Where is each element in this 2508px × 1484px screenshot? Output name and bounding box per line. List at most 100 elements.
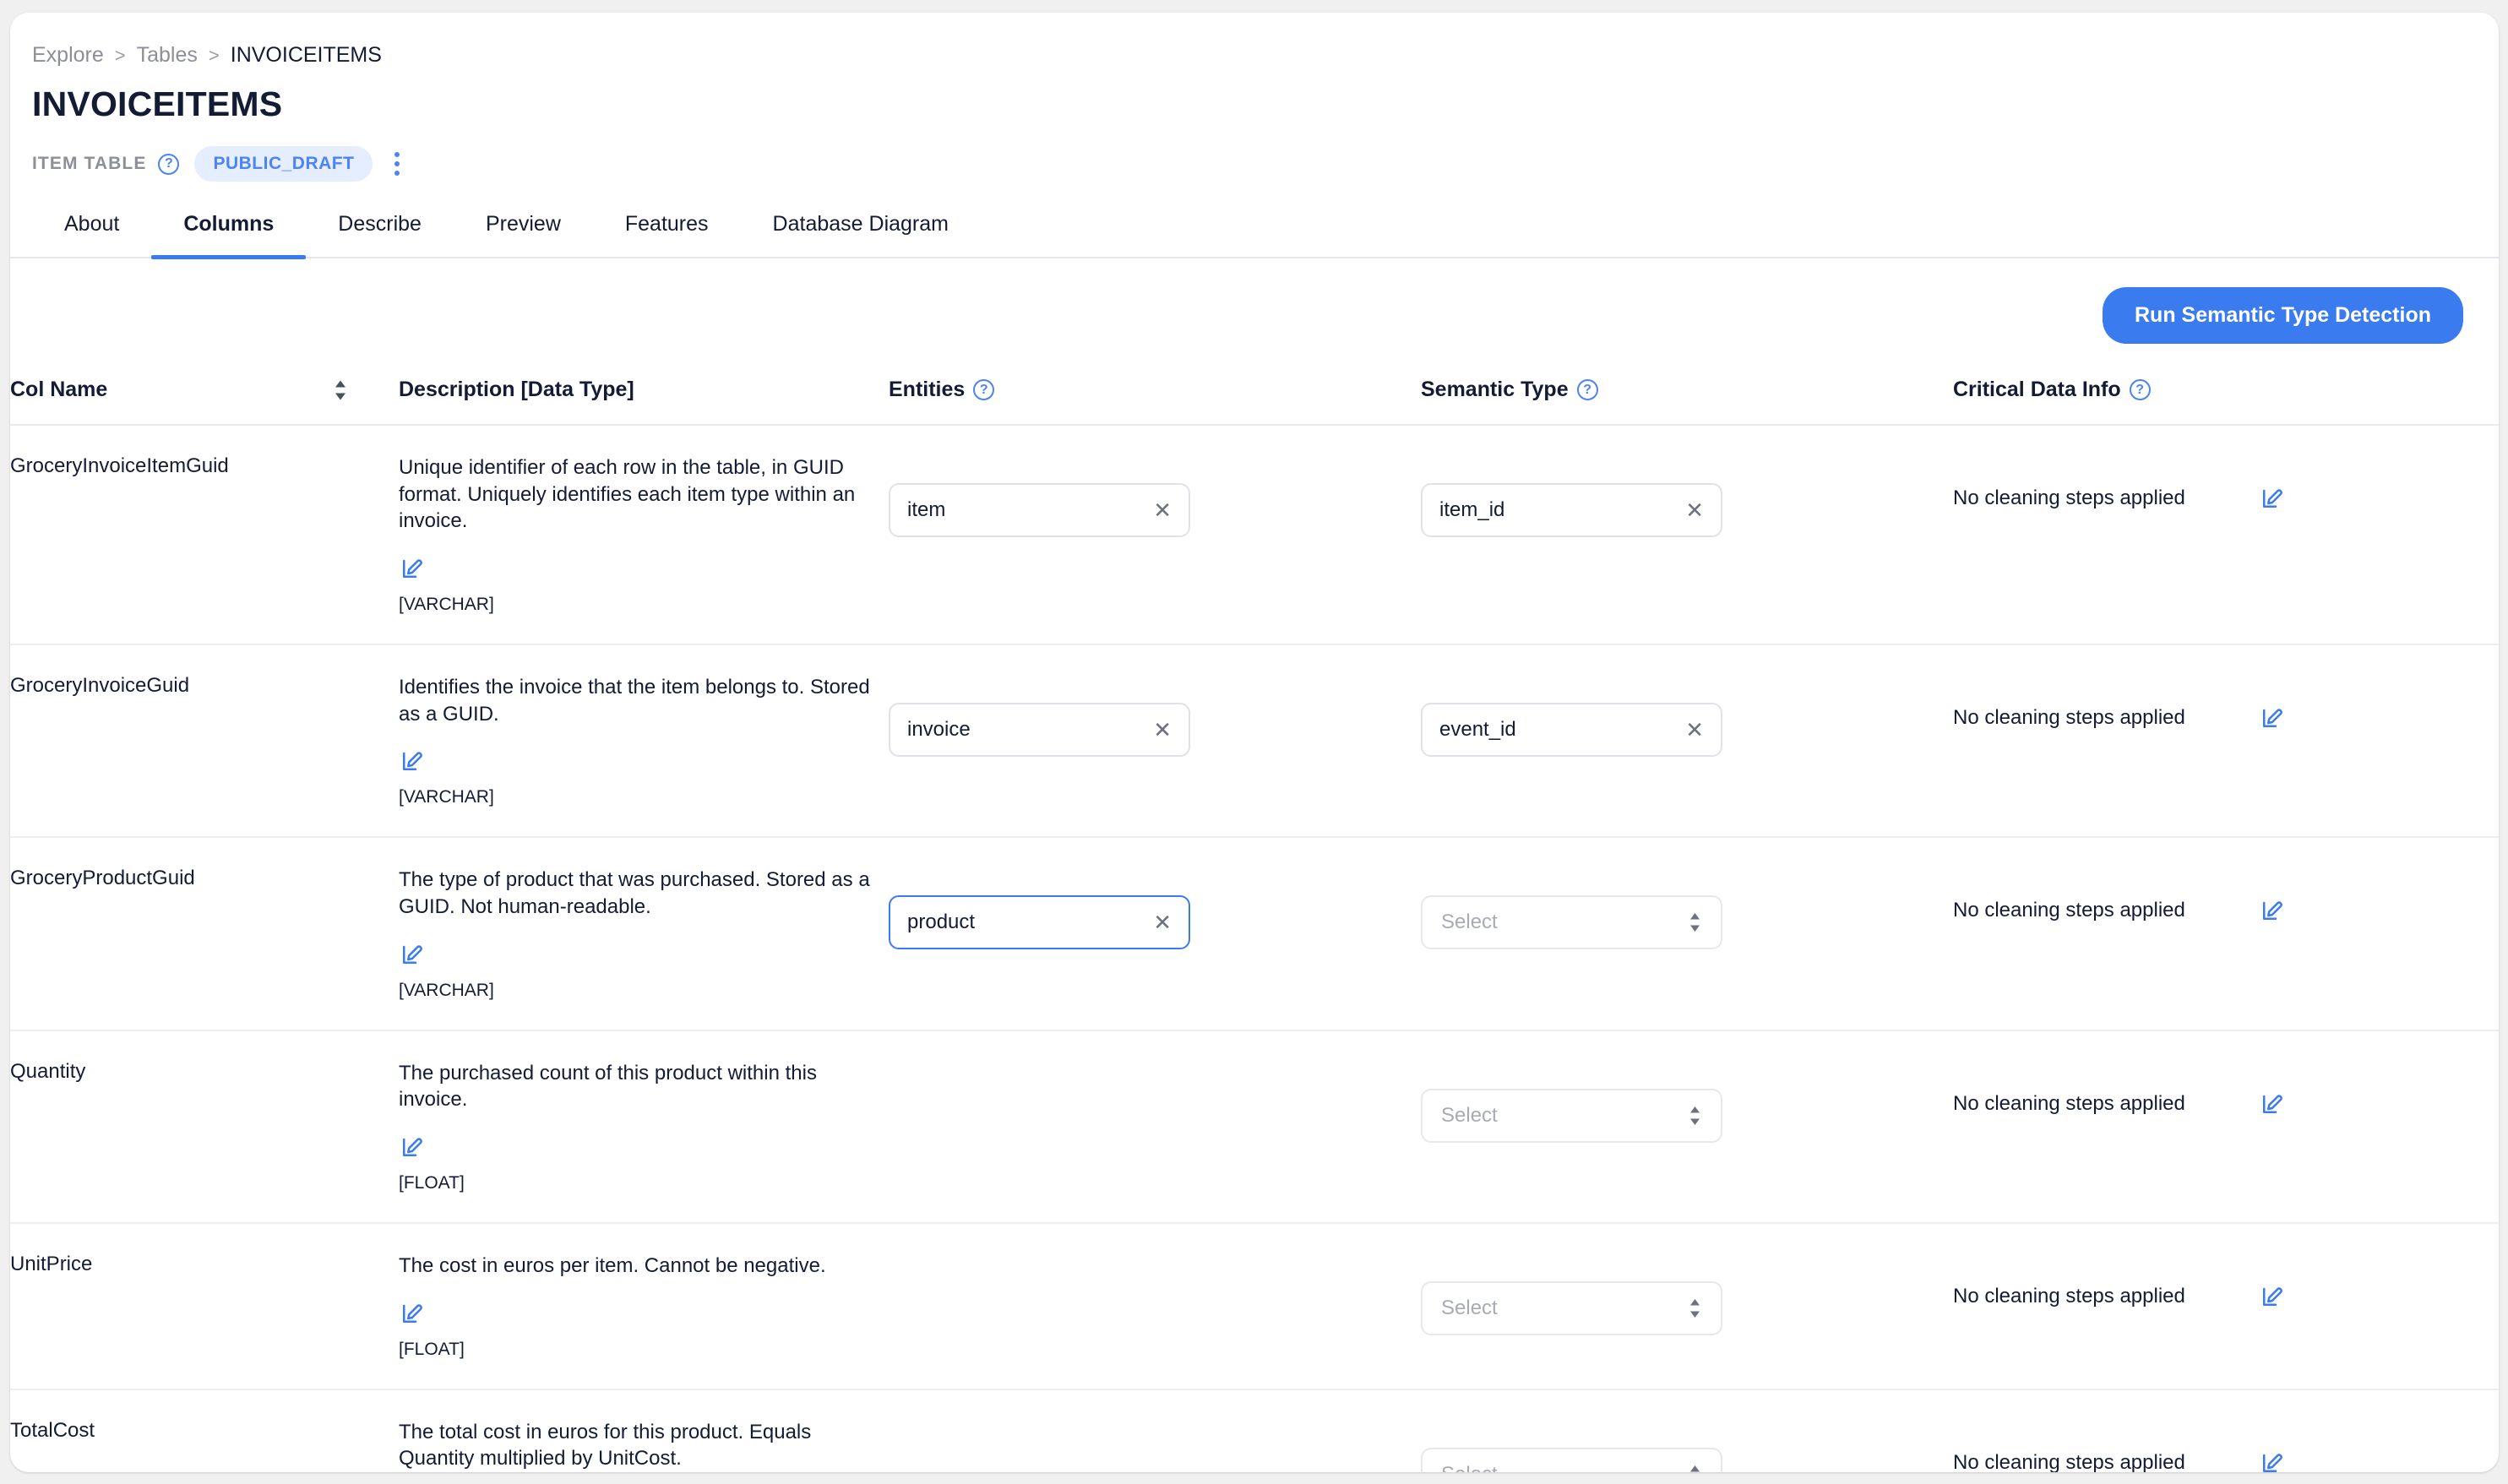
- cell-semantic-type: Select: [1421, 1223, 1953, 1390]
- cell-col-name: Quantity: [10, 1030, 399, 1225]
- critical-data-info-text: No cleaning steps applied: [1953, 899, 2185, 922]
- pencil-edit-icon[interactable]: [399, 1135, 424, 1161]
- critical-data-info-text: No cleaning steps applied: [1953, 1091, 2185, 1115]
- cell-semantic-type: item_id ✕: [1421, 425, 1953, 646]
- tab-columns[interactable]: Columns: [151, 212, 307, 259]
- help-circle-icon[interactable]: ?: [158, 153, 180, 175]
- edit-description-button[interactable]: [399, 557, 889, 586]
- tab-preview[interactable]: Preview: [454, 212, 593, 257]
- tab-database-diagram[interactable]: Database Diagram: [741, 212, 981, 257]
- help-circle-icon[interactable]: ?: [973, 379, 995, 400]
- semantic-type-chip[interactable]: item_id ✕: [1421, 483, 1722, 537]
- tab-bar: About Columns Describe Preview Features …: [10, 212, 2499, 259]
- action-bar: Run Semantic Type Detection: [10, 258, 2499, 367]
- close-x-icon[interactable]: ✕: [1153, 911, 1172, 933]
- cell-col-name: GroceryProductGuid: [10, 837, 399, 1031]
- entity-chip-label: product: [907, 911, 976, 934]
- entity-chip[interactable]: item ✕: [889, 483, 1190, 537]
- pencil-edit-icon[interactable]: [399, 749, 424, 775]
- cell-col-name: UnitPrice: [10, 1223, 399, 1390]
- chevron-updown-icon[interactable]: [1688, 1465, 1702, 1472]
- chevron-updown-icon[interactable]: [1688, 1106, 1702, 1126]
- cell-description: The cost in euros per item. Cannot be ne…: [399, 1223, 889, 1390]
- edit-critical-data-info-button[interactable]: [2259, 1451, 2284, 1472]
- edit-critical-data-info-button[interactable]: [2259, 706, 2284, 736]
- pencil-edit-icon[interactable]: [2259, 1451, 2284, 1472]
- cell-entities: item ✕: [889, 425, 1421, 646]
- semantic-type-select[interactable]: Select: [1421, 1088, 1722, 1143]
- data-type-label: [FLOAT]: [399, 1339, 465, 1359]
- data-type-label: [VARCHAR]: [399, 595, 494, 615]
- entity-chip[interactable]: product ✕: [889, 895, 1190, 950]
- edit-description-button[interactable]: [399, 1135, 889, 1165]
- columns-table: Col Name Description [Data Type] Entitie…: [10, 367, 2499, 1472]
- semantic-type-placeholder: Select: [1441, 911, 1498, 934]
- semantic-type-select[interactable]: Select: [1421, 895, 1722, 950]
- pencil-edit-icon[interactable]: [2259, 706, 2284, 731]
- header-col-name[interactable]: Col Name: [10, 367, 399, 426]
- tab-features[interactable]: Features: [593, 212, 741, 257]
- header-description-label: Description [Data Type]: [399, 378, 634, 401]
- edit-critical-data-info-button[interactable]: [2259, 1092, 2284, 1122]
- edit-description-button[interactable]: [399, 943, 889, 972]
- semantic-type-select[interactable]: Select: [1421, 1281, 1722, 1336]
- help-circle-icon[interactable]: ?: [2129, 379, 2151, 400]
- tab-about[interactable]: About: [32, 212, 151, 257]
- cell-critical-data-info: No cleaning steps applied: [1953, 644, 2499, 839]
- close-x-icon[interactable]: ✕: [1153, 719, 1172, 741]
- header-entities: Entities ?: [889, 367, 1421, 426]
- pencil-edit-icon[interactable]: [2259, 1285, 2284, 1310]
- status-badge: PUBLIC_DRAFT: [194, 146, 373, 182]
- tab-describe[interactable]: Describe: [306, 212, 454, 257]
- breadcrumb-separator-icon: >: [208, 44, 220, 66]
- edit-critical-data-info-button[interactable]: [2259, 899, 2284, 928]
- semantic-type-chip[interactable]: event_id ✕: [1421, 703, 1722, 758]
- chevron-updown-icon[interactable]: [1688, 912, 1702, 932]
- header-semantic-type-label: Semantic Type: [1421, 378, 1569, 401]
- pencil-edit-icon[interactable]: [2259, 899, 2284, 924]
- entity-chip-label: invoice: [907, 718, 971, 742]
- entity-chip[interactable]: invoice ✕: [889, 703, 1190, 758]
- edit-description-button[interactable]: [399, 749, 889, 779]
- more-vertical-icon[interactable]: [386, 149, 408, 179]
- critical-data-info-text: No cleaning steps applied: [1953, 487, 2185, 509]
- table-row: UnitPrice The cost in euros per item. Can…: [10, 1223, 2499, 1390]
- breadcrumb-item-current: INVOICEITEMS: [230, 43, 382, 67]
- page-header: Explore > Tables > INVOICEITEMS INVOICEI…: [10, 13, 2499, 182]
- cell-description: The total cost in euros for this product…: [399, 1389, 889, 1472]
- pencil-edit-icon[interactable]: [2259, 1092, 2284, 1117]
- table-row: GroceryInvoiceGuid Identifies the invoice…: [10, 644, 2499, 839]
- close-x-icon[interactable]: ✕: [1685, 499, 1704, 521]
- semantic-type-placeholder: Select: [1441, 1103, 1498, 1127]
- close-x-icon[interactable]: ✕: [1685, 719, 1704, 741]
- cell-entities: [889, 1389, 1421, 1472]
- description-text: Identifies the invoice that the item bel…: [399, 676, 870, 726]
- description-text: The cost in euros per item. Cannot be ne…: [399, 1254, 826, 1278]
- edit-critical-data-info-button[interactable]: [2259, 487, 2284, 516]
- cell-entities: product ✕: [889, 837, 1421, 1031]
- run-semantic-type-detection-button[interactable]: Run Semantic Type Detection: [2103, 287, 2463, 344]
- semantic-type-placeholder: Select: [1441, 1463, 1498, 1472]
- edit-description-button[interactable]: [399, 1302, 889, 1331]
- edit-critical-data-info-button[interactable]: [2259, 1285, 2284, 1314]
- table-body: GroceryInvoiceItemGuid Unique identifier …: [10, 425, 2499, 1472]
- help-circle-icon[interactable]: ?: [1576, 379, 1598, 400]
- cell-description: The purchased count of this product with…: [399, 1030, 889, 1225]
- cell-col-name: TotalCost: [10, 1389, 399, 1472]
- semantic-type-chip-label: event_id: [1439, 718, 1516, 742]
- header-description: Description [Data Type]: [399, 367, 889, 426]
- close-x-icon[interactable]: ✕: [1153, 499, 1172, 521]
- sort-chevrons-icon[interactable]: [333, 379, 348, 401]
- semantic-type-chip-label: item_id: [1439, 498, 1505, 521]
- pencil-edit-icon[interactable]: [2259, 487, 2284, 512]
- pencil-edit-icon[interactable]: [399, 943, 424, 968]
- semantic-type-select[interactable]: Select: [1421, 1447, 1722, 1472]
- pencil-edit-icon[interactable]: [399, 557, 424, 582]
- header-col-name-label: Col Name: [10, 378, 108, 401]
- pencil-edit-icon[interactable]: [399, 1302, 424, 1327]
- breadcrumb-separator-icon: >: [114, 44, 126, 66]
- breadcrumb-item-explore[interactable]: Explore: [32, 45, 104, 66]
- page-background: Explore > Tables > INVOICEITEMS INVOICEI…: [0, 0, 2508, 1484]
- breadcrumb-item-tables[interactable]: Tables: [137, 45, 198, 66]
- chevron-updown-icon[interactable]: [1688, 1298, 1702, 1318]
